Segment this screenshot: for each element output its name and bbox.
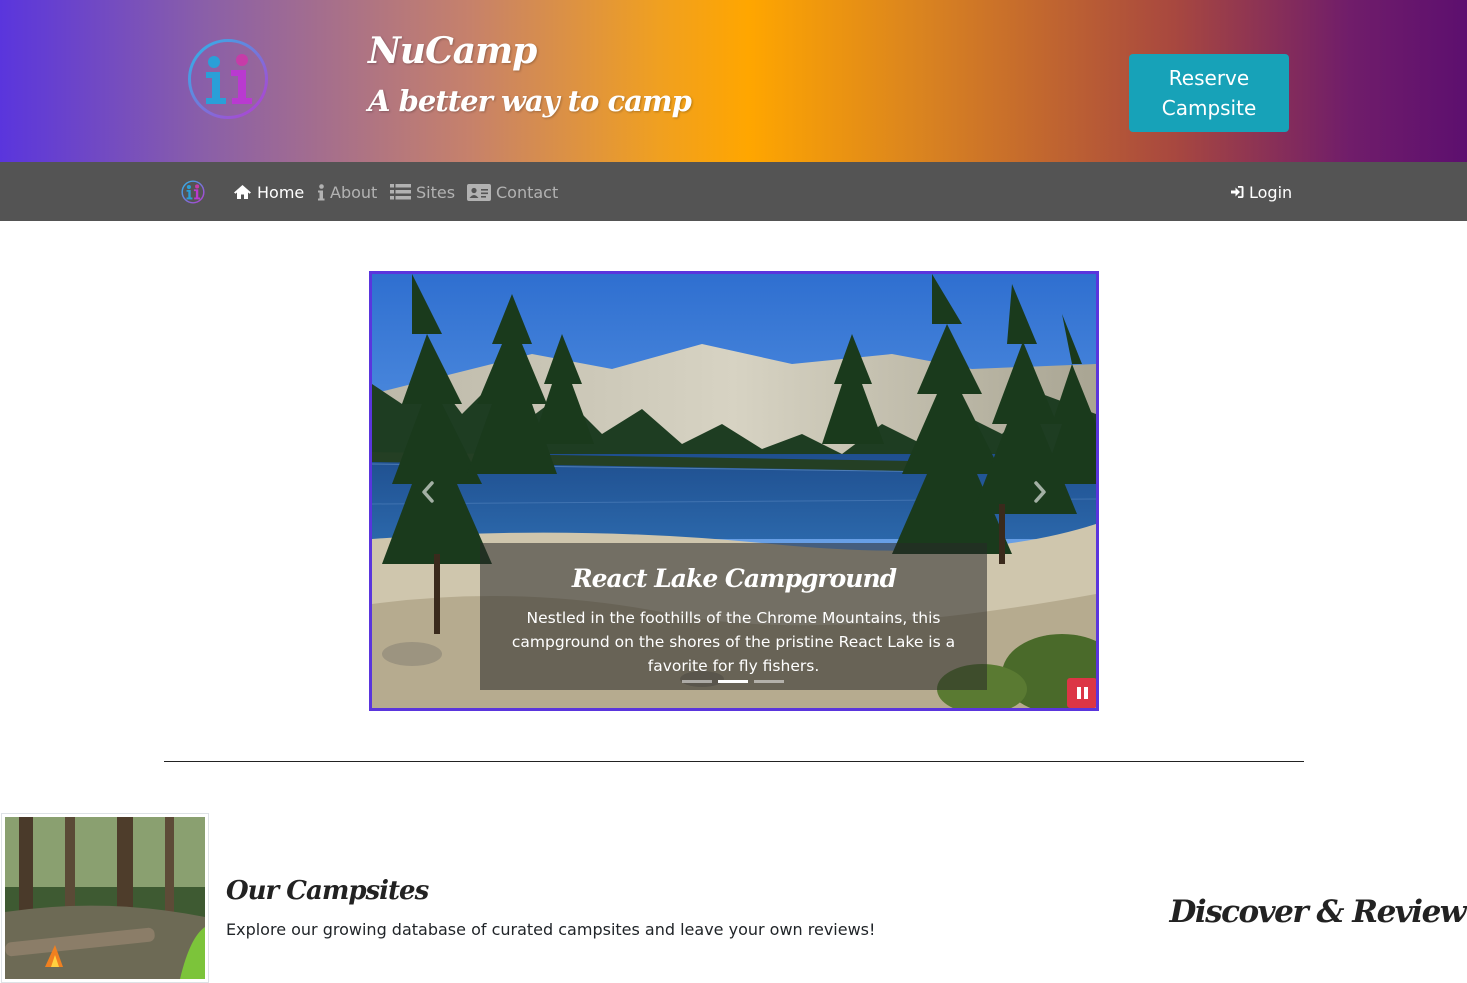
home-icon xyxy=(234,185,251,199)
carousel-pause-button[interactable] xyxy=(1067,678,1096,708)
list-icon xyxy=(390,184,411,200)
chevron-right-icon xyxy=(1034,481,1046,503)
campsite-photo xyxy=(5,817,205,979)
reserve-campsite-button[interactable]: Reserve Campsite xyxy=(1129,54,1289,132)
nav-item-contact[interactable]: Contact xyxy=(467,181,558,203)
nav-label-contact: Contact xyxy=(496,182,559,202)
nav-label-home: Home xyxy=(257,182,305,202)
carousel-prev-button[interactable] xyxy=(416,479,440,505)
pause-icon xyxy=(1076,687,1088,699)
address-card-icon xyxy=(467,183,491,201)
main-navbar: Home About Sites Contact Login xyxy=(0,162,1467,221)
info-icon xyxy=(318,183,325,200)
feature-text: Explore our growing database of curated … xyxy=(226,920,876,939)
nav-label-about: About xyxy=(330,182,378,202)
carousel-indicators xyxy=(682,680,792,684)
carousel-indicator-2[interactable] xyxy=(718,680,748,683)
nucamp-logo-icon xyxy=(188,39,268,119)
chevron-left-icon xyxy=(422,481,434,503)
carousel-indicator-1[interactable] xyxy=(682,680,712,683)
carousel-caption-text: Nestled in the foothills of the Chrome M… xyxy=(511,609,956,675)
carousel-next-button[interactable] xyxy=(1028,479,1052,505)
section-divider xyxy=(164,761,1304,762)
sign-in-icon xyxy=(1231,186,1244,198)
nav-item-home[interactable]: Home xyxy=(233,181,304,203)
feature-title: Our Campsites xyxy=(226,876,429,906)
campsite-carousel: React Lake Campground Nestled in the foo… xyxy=(369,271,1099,711)
carousel-caption-title: React Lake Campground xyxy=(571,564,897,593)
brand-title: NuCamp xyxy=(368,30,537,72)
campsite-thumbnail xyxy=(1,813,209,983)
carousel-indicator-3[interactable] xyxy=(754,680,784,683)
login-link[interactable]: Login xyxy=(1230,181,1292,203)
feature-side-title: Discover & Review xyxy=(1169,894,1467,930)
nav-label-sites: Sites xyxy=(416,182,456,202)
nav-logo-icon[interactable] xyxy=(181,180,205,204)
nav-item-sites[interactable]: Sites xyxy=(390,181,455,203)
header-jumbotron: NuCamp A better way to camp Reserve Camp… xyxy=(0,0,1467,162)
brand-subtitle: A better way to camp xyxy=(368,84,692,118)
login-label: Login xyxy=(1249,182,1293,202)
nav-item-about[interactable]: About xyxy=(317,181,377,203)
